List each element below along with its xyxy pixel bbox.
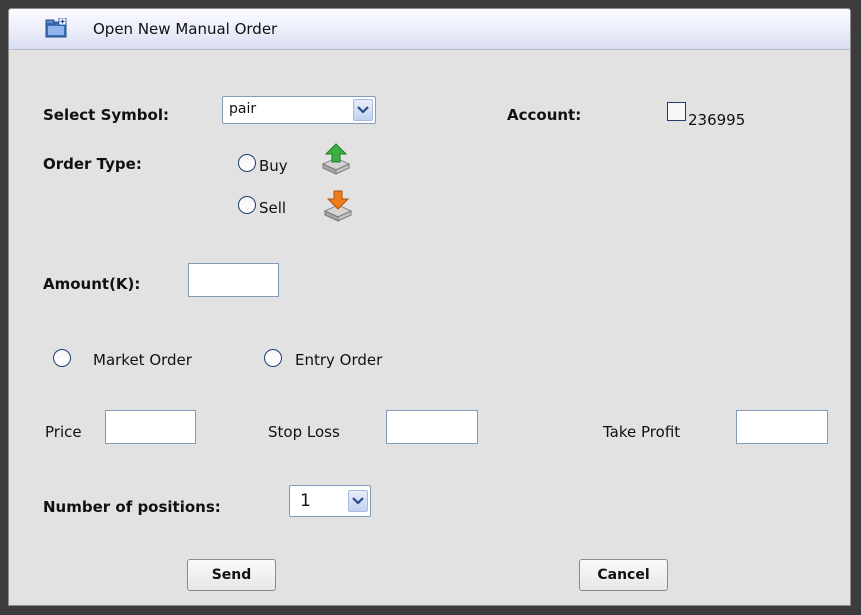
- amount-input[interactable]: [188, 263, 279, 297]
- order-dialog: Open New Manual Order Select Symbol: pai…: [8, 8, 851, 606]
- sell-arrow-icon: [323, 190, 353, 222]
- positions-label: Number of positions:: [43, 498, 221, 516]
- cancel-button[interactable]: Cancel: [579, 559, 668, 591]
- chevron-down-icon[interactable]: [353, 99, 373, 121]
- amount-label: Amount(K):: [43, 275, 141, 293]
- price-input[interactable]: [105, 410, 196, 444]
- positions-select-value: 1: [300, 491, 311, 511]
- positions-select[interactable]: 1: [289, 485, 371, 517]
- entry-order-radio[interactable]: [264, 349, 282, 367]
- order-type-label: Order Type:: [43, 155, 142, 173]
- dialog-title: Open New Manual Order: [93, 20, 278, 38]
- folder-add-icon: [45, 18, 67, 38]
- buy-radio[interactable]: [238, 154, 256, 172]
- account-checkbox[interactable]: [667, 102, 686, 121]
- account-label: Account:: [507, 106, 582, 124]
- take-profit-input[interactable]: [736, 410, 828, 444]
- sell-radio[interactable]: [238, 196, 256, 214]
- select-symbol-label: Select Symbol:: [43, 106, 169, 124]
- sell-label: Sell: [259, 199, 287, 217]
- stop-loss-label: Stop Loss: [268, 423, 340, 441]
- price-label: Price: [45, 423, 82, 441]
- account-number: 236995: [688, 111, 746, 129]
- chevron-down-icon[interactable]: [348, 490, 368, 512]
- stop-loss-input[interactable]: [386, 410, 478, 444]
- entry-order-label: Entry Order: [295, 351, 383, 369]
- send-button[interactable]: Send: [187, 559, 276, 591]
- buy-label: Buy: [259, 157, 288, 175]
- dialog-titlebar: Open New Manual Order: [9, 9, 850, 50]
- symbol-select-value: pair: [229, 101, 257, 117]
- buy-arrow-icon: [321, 143, 351, 175]
- symbol-select[interactable]: pair: [222, 96, 376, 124]
- market-order-radio[interactable]: [53, 349, 71, 367]
- market-order-label: Market Order: [93, 351, 192, 369]
- take-profit-label: Take Profit: [603, 423, 681, 441]
